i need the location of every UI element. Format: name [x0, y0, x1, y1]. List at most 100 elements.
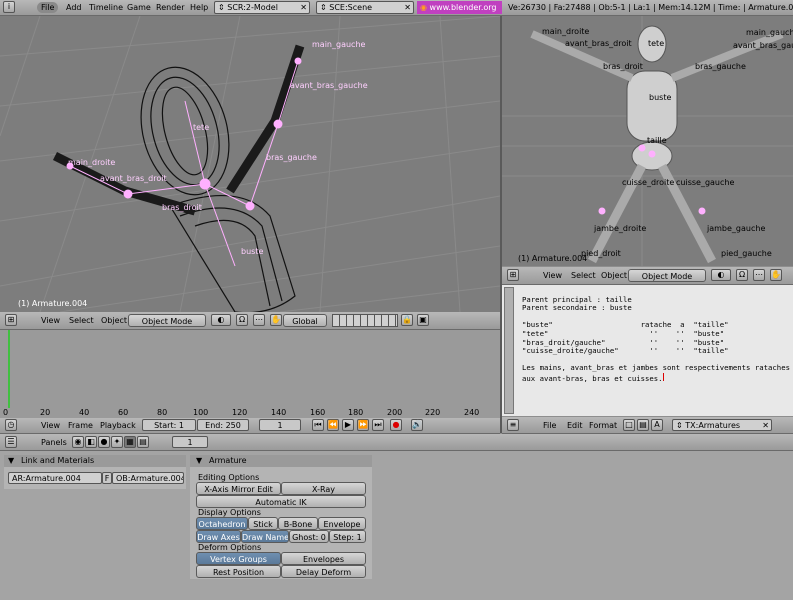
scene-selector[interactable]: ⇕ SCE:Scene ✕: [316, 1, 414, 14]
next-key-icon[interactable]: ⏩: [357, 419, 369, 431]
area-separator-vertical[interactable]: [500, 16, 502, 433]
rest-position-button[interactable]: Rest Position: [196, 565, 281, 578]
play-icon[interactable]: ▶: [342, 419, 354, 431]
left-hand-icon[interactable]: ✋: [270, 314, 282, 326]
skip-start-icon[interactable]: ⏮: [312, 419, 324, 431]
step-field[interactable]: Step: 1: [329, 530, 366, 543]
text-browse-icon[interactable]: ⇕: [676, 421, 685, 430]
context-script-icon[interactable]: ◧: [85, 436, 97, 448]
left-menu-view[interactable]: View: [41, 313, 60, 328]
screen-close-icon[interactable]: ✕: [300, 2, 307, 13]
prev-key-icon[interactable]: ⏪: [327, 419, 339, 431]
text-editor-scrollbar[interactable]: [504, 287, 514, 414]
view3d-type-icon[interactable]: ⊞: [5, 314, 17, 326]
left-shading-icon[interactable]: ◐: [211, 314, 231, 326]
text-menu-edit[interactable]: Edit: [567, 418, 583, 433]
left-layer-buttons[interactable]: [332, 314, 398, 327]
link-materials-header[interactable]: ▼ Link and Materials: [4, 455, 186, 467]
text-linenumbers-icon[interactable]: ▤: [637, 419, 649, 431]
menu-add[interactable]: Add: [66, 0, 82, 15]
timeline-area[interactable]: 0 20 40 60 80 100 120 140 160 180 200 22…: [0, 330, 500, 418]
right-menu-select[interactable]: Select: [571, 268, 596, 283]
right-hand-icon[interactable]: ✋: [770, 269, 782, 281]
context-scene-icon[interactable]: ▤: [137, 436, 149, 448]
right-pivot-icon[interactable]: Ω: [736, 269, 748, 281]
timeline-current-field[interactable]: 1: [259, 419, 301, 431]
text-menu-file[interactable]: File: [543, 418, 556, 433]
screen-selector[interactable]: ⇕ SCR:2-Model ✕: [214, 1, 310, 14]
text-editor[interactable]: Parent principal : taille Parent secondai…: [502, 285, 793, 416]
left-pivot-icon[interactable]: Ω: [236, 314, 248, 326]
step-label: Step: 1: [333, 533, 362, 542]
screen-browse-icon[interactable]: ⇕: [218, 3, 227, 12]
right-mode-select[interactable]: Object Mode: [628, 269, 706, 282]
octahedron-button[interactable]: Octahedron: [196, 517, 248, 530]
left-mode-select[interactable]: Object Mode: [128, 314, 206, 327]
right-menu-object[interactable]: Object: [601, 268, 627, 283]
draw-names-button[interactable]: Draw Names: [241, 530, 289, 543]
left-menu-select[interactable]: Select: [69, 313, 94, 328]
scene-browse-icon[interactable]: ⇕: [320, 3, 329, 12]
delay-deform-button[interactable]: Delay Deform: [281, 565, 366, 578]
link-collapse-icon[interactable]: ▼: [8, 455, 14, 467]
buttons-menu-panels[interactable]: Panels: [41, 435, 67, 450]
vertex-groups-button[interactable]: Vertex Groups: [196, 552, 281, 565]
menu-help[interactable]: Help: [190, 0, 208, 15]
right-snap-icon[interactable]: ⋯: [753, 269, 765, 281]
left-menu-object[interactable]: Object: [101, 313, 127, 328]
menu-game[interactable]: Game: [127, 0, 151, 15]
text-fullscreen-icon[interactable]: □: [623, 419, 635, 431]
timeline-menu-view[interactable]: View: [41, 418, 60, 433]
record-icon[interactable]: ●: [390, 419, 402, 431]
left-snap-icon[interactable]: ⋯: [253, 314, 265, 326]
context-shading-icon[interactable]: ●: [98, 436, 110, 448]
envelopes-button[interactable]: Envelopes: [281, 552, 366, 565]
audio-icon[interactable]: 🔊: [411, 419, 423, 431]
left-lock-icon[interactable]: 🔒: [401, 314, 413, 326]
text-close-icon[interactable]: ✕: [762, 420, 769, 430]
window-type-icon[interactable]: i: [3, 1, 15, 13]
armature-datablock-field[interactable]: AR:Armature.004: [8, 472, 102, 484]
timeline-menu-playback[interactable]: Playback: [100, 418, 136, 433]
right-view3d-type-icon[interactable]: ⊞: [507, 269, 519, 281]
timeline-type-icon[interactable]: ◷: [5, 419, 17, 431]
draw-axes-button[interactable]: Draw Axes: [196, 530, 241, 543]
context-object-icon[interactable]: ✦: [111, 436, 123, 448]
object-name-field[interactable]: OB:Armature.004: [112, 472, 184, 484]
right-3d-viewport[interactable]: main_droite main_gauche avant_bras_droit…: [502, 16, 793, 266]
menu-file[interactable]: File: [37, 2, 59, 13]
right-menu-view[interactable]: View: [543, 268, 562, 283]
envelope-button[interactable]: Envelope: [318, 517, 366, 530]
left-render-icon[interactable]: ▣: [417, 314, 429, 326]
text-datablock-field[interactable]: ⇕ TX:Armatures ✕: [672, 419, 772, 431]
menu-render[interactable]: Render: [156, 0, 184, 15]
left-arm-right-mesh: [226, 44, 305, 194]
timeline-end-field[interactable]: End: 250: [197, 419, 249, 431]
timeline-menu-frame[interactable]: Frame: [68, 418, 93, 433]
x-axis-mirror-button[interactable]: X-Axis Mirror Edit: [196, 482, 281, 495]
fake-user-button[interactable]: F: [102, 472, 112, 484]
bbone-button[interactable]: B-Bone: [278, 517, 318, 530]
text-menu-format[interactable]: Format: [589, 418, 617, 433]
automatic-ik-button[interactable]: Automatic IK: [196, 495, 366, 508]
x-ray-button[interactable]: X-Ray: [281, 482, 366, 495]
context-logic-icon[interactable]: ◉: [72, 436, 84, 448]
text-editor-type-icon[interactable]: ≡: [507, 419, 519, 431]
stick-button[interactable]: Stick: [248, 517, 278, 530]
skip-end-icon[interactable]: ⏭: [372, 419, 384, 431]
left-3d-viewport[interactable]: main_gauche avant_bras_gauche tete bras_…: [0, 16, 500, 312]
ghost-field[interactable]: Ghost: 0: [289, 530, 329, 543]
menu-timeline[interactable]: Timeline: [89, 0, 123, 15]
scene-close-icon[interactable]: ✕: [404, 2, 411, 13]
buttons-frame-field[interactable]: 1: [172, 436, 208, 448]
blender-url-badge[interactable]: ◉ www.blender.org 241: [417, 1, 502, 25]
right-shading-icon[interactable]: ◐: [711, 269, 731, 281]
text-syntax-icon[interactable]: A: [651, 419, 663, 431]
draw-axes-label: Draw Axes: [197, 533, 240, 542]
left-orientation-select[interactable]: Global: [283, 314, 327, 327]
armature-panel-header[interactable]: ▼ Armature: [190, 455, 372, 467]
buttons-type-icon[interactable]: ☰: [5, 436, 17, 448]
context-editing-icon[interactable]: ▦: [124, 436, 136, 448]
armature-collapse-icon[interactable]: ▼: [196, 455, 202, 467]
timeline-start-field[interactable]: Start: 1: [142, 419, 196, 431]
